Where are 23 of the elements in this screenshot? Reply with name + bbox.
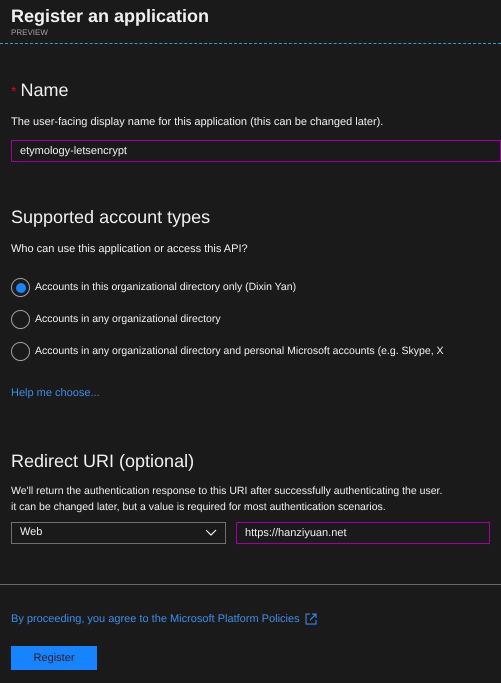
redirect-uri-input[interactable]: https://hanziyuan.net (236, 522, 490, 544)
register-button[interactable]: Register (11, 646, 97, 670)
radio-label[interactable]: Accounts in this organizational directory only (Dixin Yan) (35, 280, 296, 296)
preview-label: PREVIEW (11, 28, 49, 38)
section-heading: Supported account types (11, 206, 212, 229)
field-description: The user-facing display name for this application (this can be changed later). (11, 115, 384, 130)
platform-select[interactable]: Web (11, 522, 226, 544)
field-description: Who can use this application or access this API? (11, 242, 249, 256)
policy-link[interactable]: By proceeding, you agree to the Microsoft Platform Policies (11, 610, 300, 627)
radio-button[interactable] (11, 342, 30, 361)
radio-label[interactable]: Accounts in any organizational directory and personal Microsoft accounts (e.g. Skype, X (35, 344, 444, 360)
name-input[interactable]: etymology-letsencrypt (11, 140, 501, 162)
help-link[interactable]: Help me choose... (11, 385, 100, 402)
chevron-down-icon (205, 529, 217, 536)
section-heading: Redirect URI (optional) (11, 450, 196, 473)
required-mark: * (11, 82, 16, 101)
page-title: Register an application (11, 5, 210, 28)
radio-button[interactable] (11, 310, 30, 329)
radio-label[interactable]: Accounts in any organizational directory (35, 312, 221, 328)
radio-button[interactable] (11, 278, 30, 297)
external-link-icon[interactable] (304, 612, 317, 625)
field-description: We'll return the authentication response to this URI after successfully authenticating the user. it can be changed later, but a value is required for most authentication scenarios. (11, 484, 444, 514)
section-heading: Name (20, 79, 68, 102)
